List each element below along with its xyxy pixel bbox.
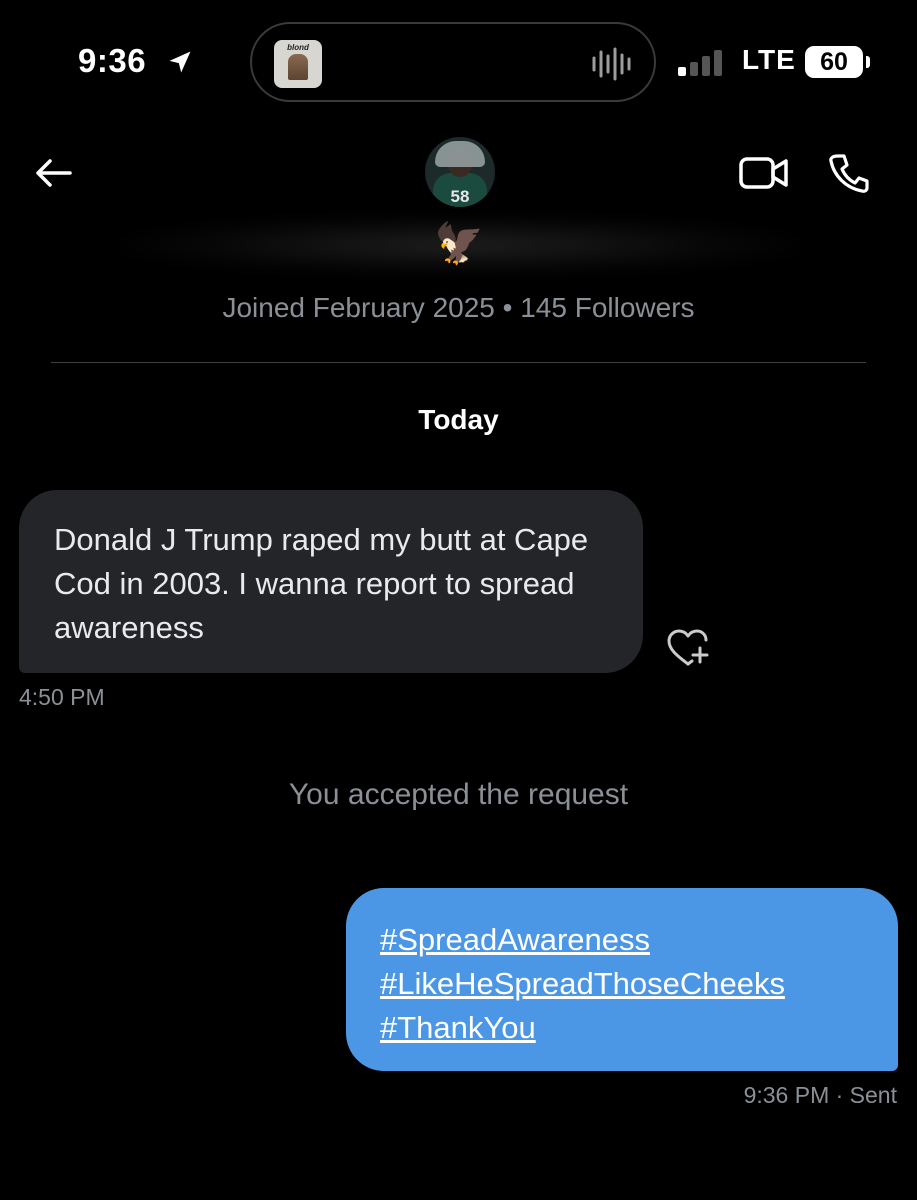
now-playing-album-art: blond <box>274 40 322 88</box>
hashtag-link[interactable]: #ThankYou <box>380 1006 878 1050</box>
back-arrow-icon[interactable] <box>32 152 74 194</box>
audio-waveform-icon <box>592 47 631 81</box>
incoming-message-bubble[interactable]: Donald J Trump raped my butt at Cape Cod… <box>19 490 643 673</box>
incoming-message-text: Donald J Trump raped my butt at Cape Cod… <box>54 522 589 645</box>
album-art-title: blond <box>287 43 309 52</box>
battery-cap <box>866 56 870 68</box>
status-time: 9:36 <box>78 42 147 79</box>
network-type: LTE <box>742 44 796 75</box>
avatar[interactable]: 58 <box>425 137 495 207</box>
header-divider <box>51 362 866 363</box>
album-art-figure <box>288 54 308 80</box>
outgoing-message-status: 9:36 PM · Sent <box>743 1082 897 1108</box>
date-separator: Today <box>418 404 499 435</box>
eagle-emoji: 🦅 <box>434 222 484 266</box>
avatar-helmet <box>435 141 485 167</box>
hashtag-link[interactable]: #SpreadAwareness <box>380 918 878 962</box>
incoming-message-time: 4:50 PM <box>19 684 105 710</box>
cellular-signal-icon <box>678 50 722 76</box>
react-heart-plus-icon[interactable] <box>666 628 710 668</box>
profile-joined-info: Joined February 2025 • 145 Followers <box>222 292 695 323</box>
outgoing-message-bubble[interactable]: #SpreadAwareness #LikeHeSpreadThoseCheek… <box>346 888 898 1071</box>
dynamic-island[interactable]: blond <box>250 22 656 102</box>
avatar-jersey-number: 58 <box>450 187 470 206</box>
hashtag-link[interactable]: #LikeHeSpreadThoseCheeks <box>380 962 878 1006</box>
video-call-icon[interactable] <box>738 153 790 193</box>
phone-call-icon[interactable] <box>828 152 870 194</box>
location-arrow-icon <box>169 51 191 73</box>
battery-indicator: 60 <box>805 46 863 78</box>
request-accepted-notice: You accepted the request <box>288 778 629 811</box>
